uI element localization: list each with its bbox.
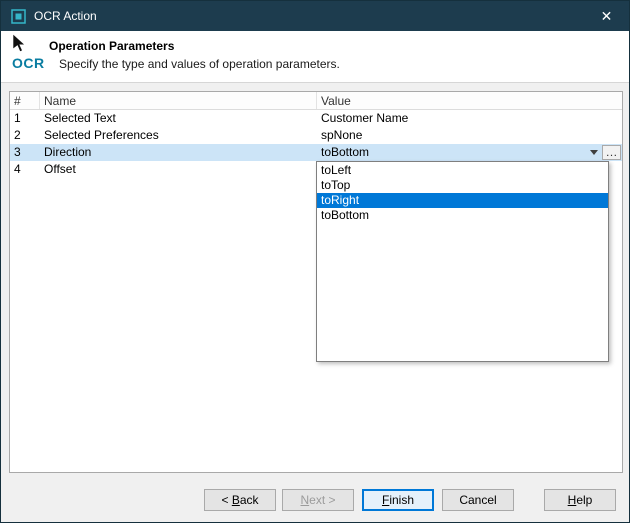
page-title: Operation Parameters [1, 31, 629, 53]
param-name[interactable]: Selected Preferences [40, 127, 317, 144]
dropdown-option[interactable]: toLeft [317, 163, 608, 178]
dropdown-option[interactable]: toRight [317, 193, 608, 208]
param-value[interactable]: spNone [317, 127, 622, 144]
param-name[interactable]: Selected Text [40, 110, 317, 127]
table-row[interactable]: 2 Selected Preferences spNone [10, 127, 622, 144]
window-title: OCR Action [34, 9, 97, 23]
close-icon[interactable]: ✕ [584, 1, 629, 31]
ellipsis-button[interactable]: … [602, 145, 621, 160]
back-button[interactable]: < Back [204, 489, 276, 511]
param-name[interactable]: Offset [40, 161, 317, 178]
cursor-arrow-icon [12, 34, 29, 53]
app-icon [10, 8, 26, 24]
param-value[interactable]: Customer Name [317, 110, 622, 127]
chevron-down-icon[interactable] [590, 150, 598, 155]
table-row[interactable]: 1 Selected Text Customer Name [10, 110, 622, 127]
row-number: 4 [10, 161, 40, 178]
ocr-logo: OCR [12, 34, 50, 71]
help-button[interactable]: Help [544, 489, 616, 511]
table-row[interactable]: 3 Direction toBottom … [10, 144, 622, 161]
combo-value: toBottom [321, 145, 369, 159]
column-header-number: # [10, 92, 40, 109]
dropdown-option[interactable]: toBottom [317, 208, 608, 223]
param-value-combo[interactable]: toBottom … [317, 144, 622, 161]
dropdown-option[interactable]: toTop [317, 178, 608, 193]
next-button[interactable]: Next > [282, 489, 354, 511]
column-header-value: Value [317, 92, 622, 109]
ocr-logo-text: OCR [12, 55, 50, 71]
column-header-name: Name [40, 92, 317, 109]
row-number: 1 [10, 110, 40, 127]
row-number: 3 [10, 144, 40, 161]
dialog-content: # Name Value 1 Selected Text Customer Na… [1, 84, 629, 522]
titlebar[interactable]: OCR Action ✕ [1, 1, 629, 31]
cancel-button[interactable]: Cancel [442, 489, 514, 511]
wizard-header: OCR Operation Parameters Specify the typ… [1, 31, 629, 83]
table-header-row: # Name Value [10, 92, 622, 110]
row-number: 2 [10, 127, 40, 144]
dialog-ocr-action: OCR Action ✕ OCR Operation Parameters Sp… [0, 0, 630, 523]
button-bar: < Back Next > Finish Cancel Help [1, 473, 629, 522]
param-name[interactable]: Direction [40, 144, 317, 161]
direction-dropdown-list: toLeft toTop toRight toBottom [316, 161, 609, 362]
finish-button[interactable]: Finish [362, 489, 434, 511]
page-subtitle: Specify the type and values of operation… [1, 53, 629, 71]
